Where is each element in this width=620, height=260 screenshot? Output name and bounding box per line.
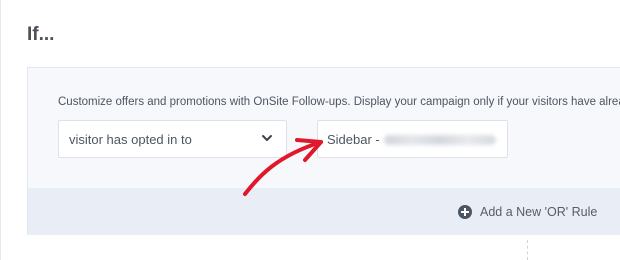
- page-title: If...: [27, 24, 55, 45]
- redacted-campaign-name: [384, 135, 496, 145]
- page-panel: If... Customize offers and promotions wi…: [0, 0, 620, 260]
- condition-select-value: visitor has opted in to: [69, 132, 192, 147]
- annotation-arrow: [243, 138, 323, 196]
- plus-circle-icon: [458, 205, 472, 219]
- rule-description: Customize offers and promotions with OnS…: [58, 96, 620, 108]
- campaign-field-value: Sidebar -: [327, 132, 380, 147]
- add-or-rule-label: Add a New 'OR' Rule: [480, 205, 598, 219]
- divider-line: [527, 240, 528, 260]
- campaign-field[interactable]: Sidebar -: [317, 120, 508, 158]
- add-or-rule-button[interactable]: Add a New 'OR' Rule: [458, 204, 597, 220]
